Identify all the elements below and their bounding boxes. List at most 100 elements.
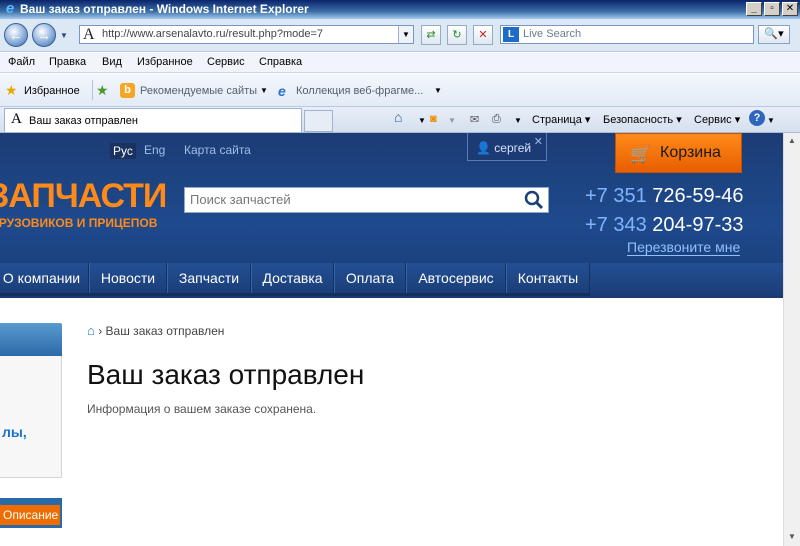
recommended-sites-link[interactable]: Рекомендуемые сайты [140, 85, 257, 97]
tools-menu-label: Сервис [694, 114, 732, 126]
chevron-down-icon[interactable]: ▼ [418, 116, 426, 125]
nav-payment[interactable]: Оплата [334, 263, 406, 293]
chevron-down-icon[interactable]: ▼ [434, 86, 442, 95]
separator [92, 80, 93, 100]
site-search-input[interactable]: Поиск запчастей [184, 187, 549, 213]
sidebar-header [0, 323, 62, 356]
refresh-button[interactable]: ↻ [447, 25, 467, 45]
web-slice-icon: e [278, 83, 286, 99]
ie-logo-icon: e [5, 0, 15, 17]
history-dropdown-icon[interactable]: ▼ [60, 31, 68, 40]
page-menu[interactable]: Страница ▾ [532, 113, 590, 126]
logout-icon[interactable]: ✕ [534, 135, 543, 148]
sidebar-panel: лы, [0, 356, 62, 478]
search-placeholder[interactable]: Live Search [523, 28, 581, 40]
nav-parts[interactable]: Запчасти [167, 263, 251, 293]
search-go-button[interactable]: 🔍▾ [758, 25, 790, 44]
safety-menu[interactable]: Безопасность ▾ [603, 113, 682, 126]
user-name-text: сергей [494, 141, 532, 155]
breadcrumb-current: Ваш заказ отправлен [105, 324, 225, 338]
page-viewport: Рус Eng Карта сайта 👤 сергей ✕ 🛒 Корзина… [0, 133, 783, 546]
chevron-down-icon[interactable]: ▼ [260, 86, 268, 95]
maximize-button[interactable]: ▫ [764, 2, 780, 16]
print-icon[interactable]: ⎙ [492, 113, 501, 126]
phone-2-code: +7 343 [585, 214, 647, 236]
rss-feed-icon[interactable]: ◙ [430, 113, 437, 125]
nav-delivery[interactable]: Доставка [251, 263, 334, 293]
favicon-icon: A [83, 26, 95, 43]
page-menu-label: Страница [532, 114, 582, 126]
phone-2-number: 204-97-33 [652, 214, 744, 236]
active-tab[interactable]: A Ваш заказ отправлен [4, 108, 302, 132]
live-search-icon: L [503, 27, 519, 42]
vertical-scrollbar[interactable]: ▲ ▼ [783, 133, 800, 546]
chevron-down-icon[interactable]: ▼ [767, 116, 775, 125]
callback-link[interactable]: Перезвоните мне [627, 239, 741, 256]
logo-subtitle: ГРУЗОВИКОВ И ПРИЦЕПОВ [0, 216, 158, 230]
lang-en-link[interactable]: Eng [144, 143, 165, 157]
new-tab-button[interactable] [304, 110, 333, 132]
user-name[interactable]: 👤 сергей [476, 141, 531, 155]
mail-icon[interactable]: ✉ [470, 113, 479, 126]
stop-button[interactable]: ✕ [473, 25, 493, 45]
favorites-button[interactable]: Избранное [24, 85, 80, 97]
lang-ru-link[interactable]: Рус [110, 143, 136, 159]
scroll-down-button[interactable]: ▼ [785, 529, 799, 544]
page-title: Ваш заказ отправлен [87, 359, 365, 390]
favorites-bar: ★ Избранное ★ b Рекомендуемые сайты ▼ e … [0, 74, 800, 107]
chevron-down-icon[interactable]: ▼ [448, 116, 456, 125]
address-dropdown-button[interactable]: ▼ [398, 26, 413, 43]
address-toolbar: ← → ▼ A http://www.arsenalavto.ru/result… [0, 19, 800, 52]
bing-icon: b [120, 83, 135, 98]
sidebar-link[interactable]: лы, [2, 424, 27, 440]
breadcrumb: ⌂ › Ваш заказ отправлен [87, 323, 224, 338]
phone-2[interactable]: +7 343 204-97-33 [585, 214, 743, 237]
menu-view[interactable]: Вид [102, 56, 122, 68]
favorites-star-icon: ★ [5, 82, 18, 98]
back-button[interactable]: ← [4, 23, 28, 47]
cart-label: Корзина [660, 144, 721, 161]
tab-description[interactable]: Описание [0, 505, 60, 525]
logo-title[interactable]: ЗАПЧАСТИ [0, 176, 167, 216]
home-icon[interactable]: ⌂ [394, 109, 402, 125]
menu-edit[interactable]: Правка [49, 56, 86, 68]
menu-bar: Файл Правка Вид Избранное Сервис Справка [0, 53, 800, 73]
address-bar[interactable]: A http://www.arsenalavto.ru/result.php?m… [79, 25, 414, 44]
nav-autoservice[interactable]: Автосервис [406, 263, 506, 293]
browser-window: e Ваш заказ отправлен - Windows Internet… [0, 0, 800, 546]
nav-underline [0, 293, 590, 296]
minimize-button[interactable]: _ [746, 2, 762, 16]
help-icon[interactable]: ? [749, 110, 765, 126]
forward-button[interactable]: → [32, 23, 56, 47]
phone-1[interactable]: +7 351 726-59-46 [585, 185, 743, 208]
phone-1-code: +7 351 [585, 185, 647, 207]
compatibility-view-button[interactable]: ⇄ [421, 25, 441, 45]
tools-menu[interactable]: Сервис ▾ [694, 113, 740, 126]
search-box[interactable]: L Live Search [500, 25, 754, 44]
menu-favorites[interactable]: Избранное [137, 56, 193, 68]
user-box[interactable]: 👤 сергей ✕ [467, 133, 547, 161]
add-favorite-icon[interactable]: ★ [96, 82, 109, 99]
favicon-icon: A [11, 111, 22, 127]
order-info-text: Информация о вашем заказе сохранена. [87, 402, 317, 416]
nav-news[interactable]: Новости [89, 263, 167, 293]
cart-icon: 🛒 [630, 145, 652, 164]
safety-menu-label: Безопасность [603, 114, 674, 126]
close-button[interactable]: ✕ [782, 2, 798, 16]
nav-about[interactable]: О компании [0, 263, 89, 293]
nav-contacts[interactable]: Контакты [506, 263, 590, 293]
cart-button[interactable]: 🛒 Корзина [615, 133, 742, 173]
sitemap-link[interactable]: Карта сайта [184, 143, 251, 157]
web-slice-gallery-link[interactable]: Коллекция веб-фрагме... [296, 85, 423, 97]
chevron-down-icon[interactable]: ▼ [514, 116, 522, 125]
menu-help[interactable]: Справка [259, 56, 302, 68]
site-search-placeholder[interactable]: Поиск запчастей [190, 192, 291, 207]
search-icon[interactable] [524, 190, 544, 210]
address-url[interactable]: http://www.arsenalavto.ru/result.php?mod… [102, 28, 323, 40]
menu-tools[interactable]: Сервис [207, 56, 245, 68]
home-icon[interactable]: ⌂ [87, 323, 95, 338]
main-nav: О компании Новости Запчасти Доставка Опл… [0, 263, 783, 296]
scroll-up-button[interactable]: ▲ [785, 133, 799, 148]
menu-file[interactable]: Файл [8, 56, 35, 68]
window-title: Ваш заказ отправлен - Windows Internet E… [20, 2, 309, 16]
